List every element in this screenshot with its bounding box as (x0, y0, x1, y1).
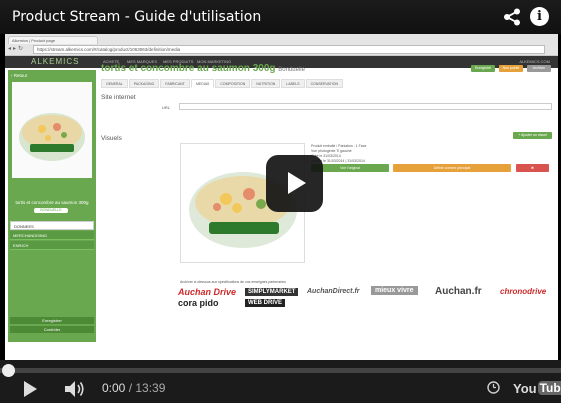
title-bar: Product Stream - Guide d'utilisation (0, 0, 561, 34)
website-url-input[interactable] (179, 103, 552, 110)
set-main-button[interactable]: Définir comme principal (393, 164, 511, 172)
product-caption: tortis et concombre au saumon 300g (15, 200, 89, 205)
visual-meta: Produit emballé / Paniation : 1 Face (311, 144, 367, 148)
share-icon[interactable] (503, 8, 521, 26)
product-tabs: GENERAL PACKAGING FABRICANT MEDIAS COMPO… (101, 79, 344, 88)
info-icon[interactable]: i (530, 7, 549, 26)
browser-tab: Alkemics | Product page (8, 36, 98, 44)
tab-general[interactable]: GENERAL (101, 79, 128, 88)
website-section-title: Site internet (101, 94, 136, 101)
check-button[interactable]: Contrôler (10, 326, 94, 333)
browser-nav-icons: ◂▸↻ (8, 46, 26, 52)
current-time: 0:00 (102, 381, 126, 395)
visuals-section-title: Visuels (101, 135, 122, 142)
big-play-button[interactable] (266, 155, 323, 212)
watch-later-icon[interactable] (487, 381, 500, 394)
player-controls: 0:00 / 13:39 YouTube (0, 360, 561, 403)
status-unpublished-button[interactable]: Non publié (499, 65, 523, 72)
product-package-image (19, 113, 85, 161)
tab-conservation[interactable]: CONSERVATION (305, 79, 343, 88)
volume-icon[interactable] (64, 380, 86, 398)
tab-labels[interactable]: LABELS (281, 79, 305, 88)
time-separator: / (125, 381, 136, 395)
product-title: tortis et concombre au saumon 300g Bondu… (101, 63, 305, 74)
visual-meta: Vue photogénie Ti gauche (311, 149, 352, 153)
youtube-you: You (513, 380, 537, 396)
progress-scrubber[interactable] (2, 364, 15, 377)
back-link: ‹ Retour (11, 73, 28, 78)
duration: 13:39 (135, 381, 166, 395)
app-user: ALKEMICS.COM (519, 59, 550, 64)
tab-medias[interactable]: MEDIAS (190, 79, 215, 88)
product-thumbnail (12, 82, 92, 178)
retailer-logo-cora-pido: cora pido (178, 298, 219, 308)
tab-manufacturer[interactable]: FABRICANT (160, 79, 190, 88)
video-title[interactable]: Product Stream - Guide d'utilisation (12, 9, 261, 25)
play-pause-icon[interactable] (24, 381, 37, 397)
progress-bar[interactable] (0, 368, 561, 373)
product-sidebar: ‹ Retour tortis et concombre au saumon 3… (8, 70, 96, 342)
left-menu-item[interactable]: ENRICH (10, 241, 94, 250)
retailer-logo-mieux-vivre: mieux vivre (371, 286, 418, 295)
status-saved-button[interactable]: Enregistré (471, 65, 495, 72)
left-menu-item[interactable]: MERCHANDISING (10, 231, 94, 240)
retailer-logo-auchan-fr: Auchan.fr (435, 286, 482, 297)
browser-url-bar: https://stream.alkemics.com/#/catalog/pr… (33, 45, 545, 54)
brand-badge: BONDUELLE (34, 208, 68, 213)
play-icon (288, 172, 306, 194)
retailer-logo-auchan-drive: Auchan Drive (178, 287, 237, 297)
retailer-logo-chronodrive: chronodrive (500, 287, 547, 296)
retailer-logo-web-drive: WEB DRIVE (245, 299, 286, 307)
product-brand: Bonduelle (278, 67, 305, 73)
archive-button[interactable]: Archiver (527, 65, 551, 72)
youtube-logo[interactable]: YouTube (513, 379, 561, 397)
retailers-note: Archiver ci-dessous aux spécifications d… (180, 280, 286, 284)
time-display: 0:00 / 13:39 (102, 381, 165, 395)
left-menu-item[interactable]: DONNEES (10, 221, 94, 230)
tab-composition[interactable]: COMPOSITION (215, 79, 251, 88)
tab-packaging[interactable]: PACKAGING (128, 79, 160, 88)
retailer-logo-auchandirect: AuchanDirect.fr (307, 288, 360, 295)
tab-nutrition[interactable]: NUTRITION (251, 79, 281, 88)
add-visual-button[interactable]: + Ajouter un visuel (513, 132, 552, 139)
save-button[interactable]: Enregistrer (10, 317, 94, 324)
retailer-logo-simplymarket: SIMPLYMARKET (245, 288, 299, 296)
product-name: tortis et concombre au saumon 300g (101, 63, 276, 74)
app-logo: ALKEMICS (31, 57, 80, 66)
delete-visual-button[interactable]: ✖ (516, 164, 549, 172)
video-player: Product Stream - Guide d'utilisation i A… (0, 0, 561, 403)
browser-chrome: Alkemics | Product page ◂▸↻ https://stre… (5, 34, 558, 56)
youtube-tube: Tube (537, 381, 561, 395)
url-label: URL (162, 105, 171, 110)
